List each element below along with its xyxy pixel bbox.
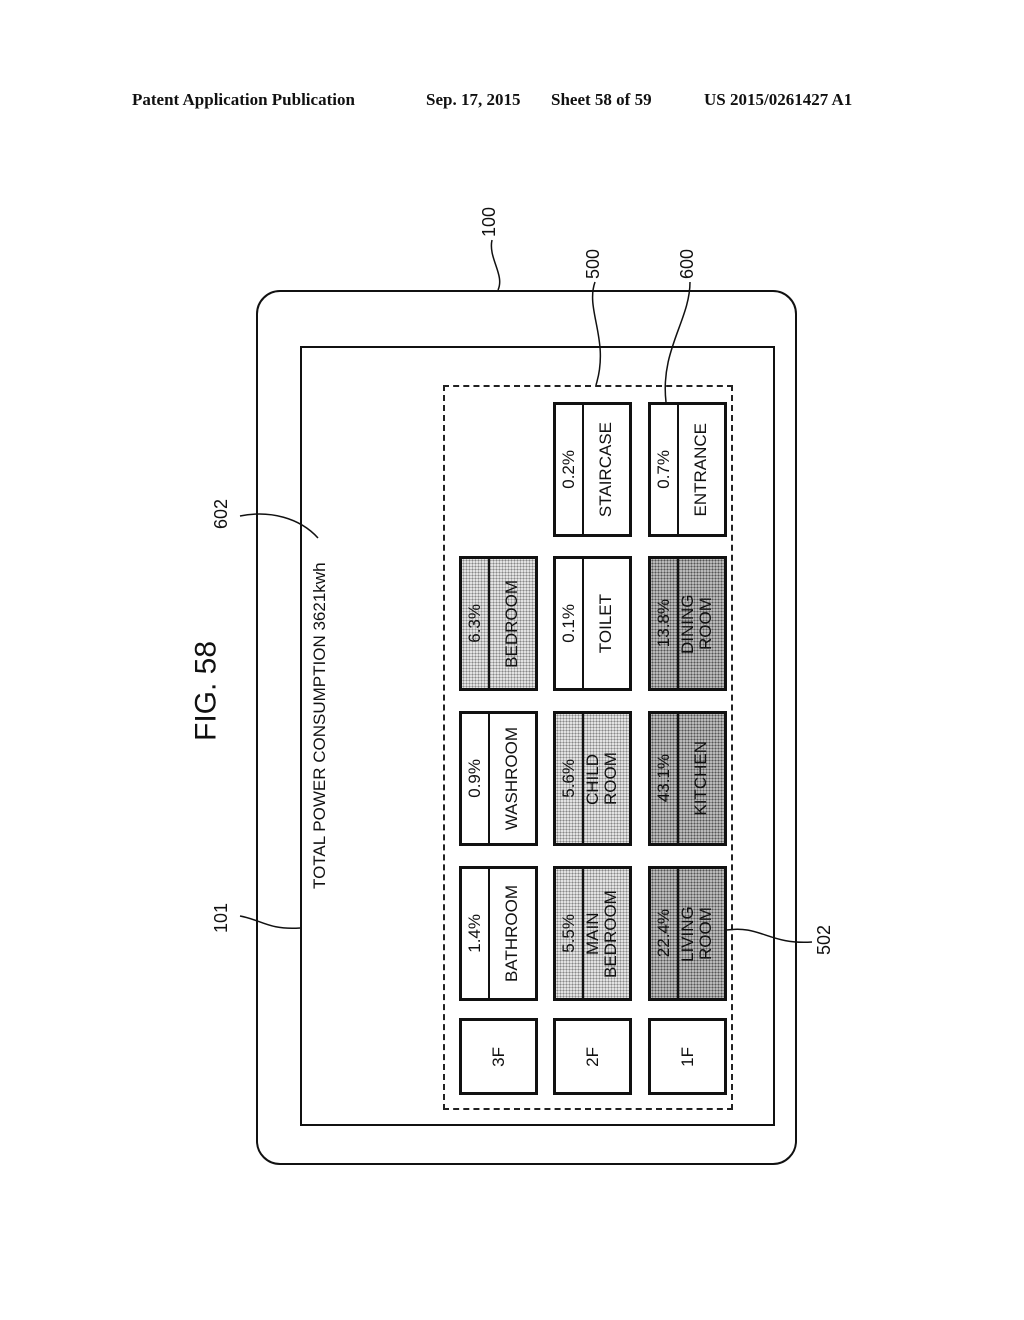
leader-600	[664, 281, 691, 403]
leader-602	[239, 513, 319, 539]
leader-101	[239, 915, 301, 929]
leader-lines	[239, 239, 813, 944]
leader-502	[726, 928, 813, 944]
leader-100	[490, 239, 501, 291]
leader-500	[591, 281, 602, 386]
